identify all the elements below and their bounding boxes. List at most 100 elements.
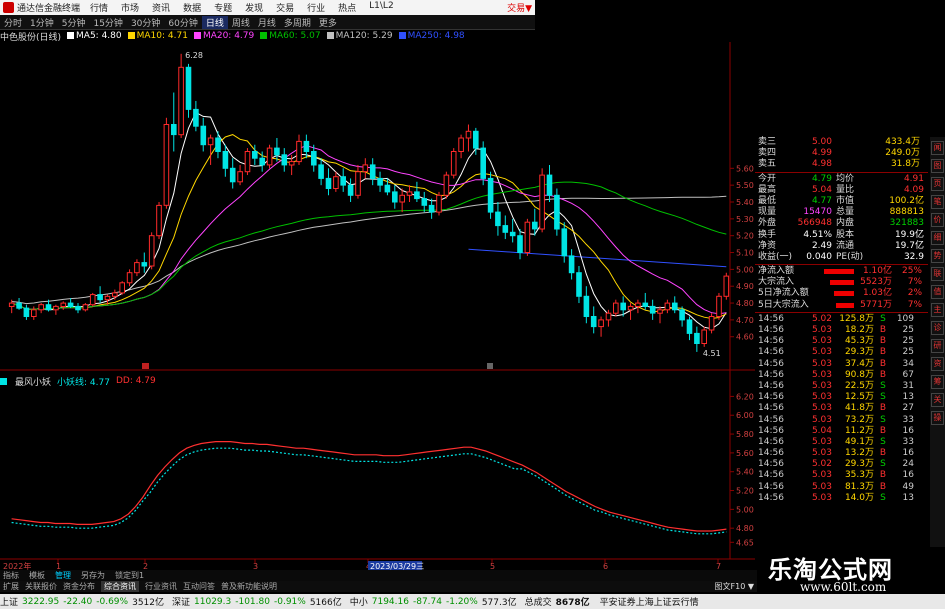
candle — [281, 154, 288, 166]
menu-item-8[interactable]: 热点 — [338, 1, 356, 14]
side-tool-icon[interactable]: 势 — [931, 249, 944, 263]
side-tool-icon[interactable]: 图 — [931, 159, 944, 173]
tick-volume: 81.3万 — [844, 481, 874, 492]
flow-value: 1.03亿 — [862, 288, 892, 299]
menu-item-0[interactable]: 行情 — [90, 1, 108, 14]
indicator-name[interactable]: 最风小妖 — [15, 375, 51, 388]
side-tool-icon[interactable]: 价 — [931, 213, 944, 227]
info-tab-4[interactable]: 行业资讯 — [145, 581, 177, 592]
indicator-tab-3[interactable]: 另存为 — [81, 570, 105, 581]
stock-name[interactable]: 中色股份(日线) — [0, 30, 61, 43]
indicator-tab-1[interactable]: 模板 — [29, 570, 45, 581]
menu-item-3[interactable]: 数据 — [183, 1, 201, 14]
index-quote[interactable]: 中小 7194.16 -87.74 -1.20% 577.3亿 — [350, 595, 517, 609]
period-7[interactable]: 周线 — [228, 16, 254, 29]
info-tab-6[interactable]: 普及新功能说明 — [221, 581, 277, 592]
candle — [672, 302, 678, 311]
indicator-tab-4[interactable]: 锁定到1 — [115, 570, 144, 581]
index-quote[interactable]: 深证 11029.3 -101.80 -0.91% 5166亿 — [172, 595, 342, 609]
menu-item-4[interactable]: 专题 — [214, 1, 232, 14]
candle — [296, 140, 302, 163]
stat-value: 4.77 — [811, 195, 832, 206]
side-tool-icon[interactable]: 筹 — [931, 375, 944, 389]
period-9[interactable]: 多周期 — [280, 16, 315, 29]
ask-row: 卖五 4.98 31.8万 — [755, 159, 928, 170]
period-8[interactable]: 月线 — [254, 16, 280, 29]
period-2[interactable]: 5分钟 — [58, 16, 90, 29]
period-3[interactable]: 15分钟 — [89, 16, 126, 29]
candle — [369, 164, 376, 179]
info-tab-1[interactable]: 关联报价 — [25, 581, 57, 592]
kline-chart[interactable]: 5.60 5.50 5.40 5.30 5.20 5.10 5.00 4.90 4.80 4.70… — [0, 42, 755, 570]
side-tool-icon[interactable]: 研 — [931, 339, 944, 353]
trade-menu[interactable]: 交易▼ — [507, 1, 532, 14]
menu-item-2[interactable]: 资讯 — [152, 1, 170, 14]
stat-row: 最低 4.77 市值 100.2亿 — [755, 196, 928, 207]
index-quote[interactable]: 上证 3222.95 -22.40 -0.69% 3512亿 — [0, 595, 164, 609]
stat-value: 4.51% — [803, 229, 832, 240]
period-1[interactable]: 1分钟 — [26, 16, 58, 29]
side-tool-icon[interactable]: 诊 — [931, 321, 944, 335]
quote-panel: 卖三 5.00 433.4万 卖四 4.99 249.0万 卖五 4.98 31.8万 今开 4.7… — [755, 137, 928, 594]
ask-label: 卖五 — [758, 159, 777, 170]
tick-row: 14:56 5.03 22.5万 S 31 — [755, 381, 928, 392]
total-value: 8678亿 — [555, 598, 590, 608]
side-tool-icon[interactable]: 操 — [931, 411, 944, 425]
period-10[interactable]: 更多 — [315, 16, 341, 29]
candle — [701, 329, 708, 344]
flow-bar — [820, 288, 854, 299]
indicator-tab-2[interactable]: 管理 — [55, 570, 71, 581]
index-amount: 5166亿 — [309, 598, 342, 608]
price-axis-label: 5.30 — [736, 215, 754, 224]
candle — [82, 304, 89, 311]
info-tab-5[interactable]: 互动问答 — [183, 581, 215, 592]
side-tool-icon[interactable]: 笔 — [931, 195, 944, 209]
candle — [288, 161, 295, 166]
flow-label: 5日净流入额 — [758, 288, 809, 299]
side-tool-icon[interactable]: 关 — [931, 393, 944, 407]
period-5[interactable]: 60分钟 — [164, 16, 201, 29]
tick-count: 31 — [902, 380, 914, 391]
indicator-legend-item: 小妖线: 4.77 — [57, 377, 110, 388]
menu-item-1[interactable]: 市场 — [121, 1, 139, 14]
info-tab-0[interactable]: 扩展 — [3, 581, 19, 592]
side-tool-icon[interactable]: 值 — [931, 285, 944, 299]
stat-label: 换手 — [758, 229, 777, 240]
ma-swatch-icon — [127, 32, 135, 39]
side-tool-icon[interactable]: 联 — [931, 267, 944, 281]
side-tool-icon[interactable]: 闻 — [931, 141, 944, 155]
side-tool-icon[interactable]: 主 — [931, 303, 944, 317]
candle — [67, 302, 74, 308]
indicator-tabs: 指标 模板 管理 另存为 锁定到1 — [0, 570, 758, 581]
ind-axis-label: 5.40 — [736, 468, 754, 477]
xiaoyao-line — [11, 447, 727, 535]
side-tool-icon[interactable]: 资 — [931, 357, 944, 371]
period-6[interactable]: 日线 — [201, 15, 228, 29]
tick-count: 109 — [896, 313, 914, 324]
candle — [568, 255, 575, 274]
ma-legend-item: MA5: 4.80 — [67, 31, 122, 41]
side-tool-icon[interactable]: 页 — [931, 177, 944, 191]
indicator-tab-0[interactable]: 指标 — [3, 570, 19, 581]
candle — [620, 302, 627, 311]
ask-volume: 31.8万 — [890, 159, 920, 170]
period-4[interactable]: 30分钟 — [127, 16, 164, 29]
stat-label: 内盘 — [836, 218, 855, 229]
ask-price: 4.99 — [811, 148, 832, 159]
candle — [487, 177, 494, 213]
menu-item-7[interactable]: 行业 — [307, 1, 325, 14]
menu-item-5[interactable]: 发现 — [245, 1, 263, 14]
info-tab-3[interactable]: 综合资讯 — [101, 581, 139, 592]
info-tab-2[interactable]: 资金分布 — [63, 581, 95, 592]
side-tool-icon[interactable]: 细 — [931, 231, 944, 245]
menu-item-9[interactable]: L1\L2 — [369, 1, 394, 14]
period-0[interactable]: 分时 — [0, 16, 26, 29]
side-toolstrip: 闻图页笔价细势联值主诊研资筹关操 — [930, 137, 945, 551]
candle — [266, 147, 273, 166]
indicator-legend-item: DD: 4.79 — [115, 376, 156, 386]
f10-button[interactable]: 图文F10 ▼ — [715, 581, 758, 592]
menu-item-6[interactable]: 交易 — [276, 1, 294, 14]
candle — [384, 184, 391, 193]
tick-time: 14:56 — [758, 380, 784, 391]
tick-count: 16 — [902, 470, 914, 481]
